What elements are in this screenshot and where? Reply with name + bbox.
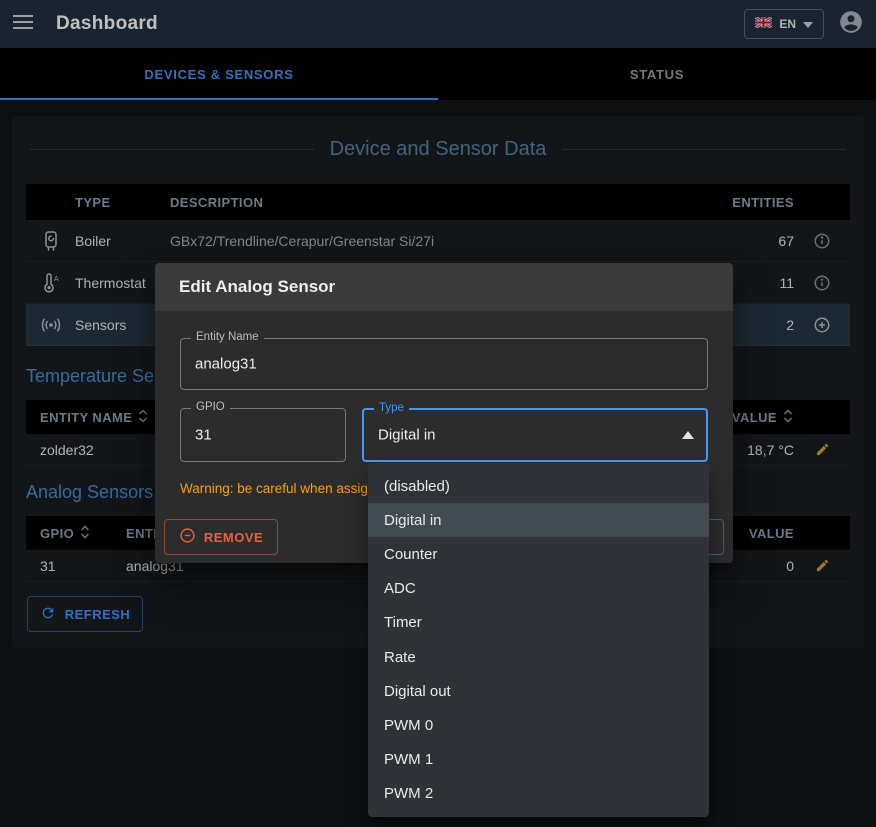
dialog-title: Edit Analog Sensor: [155, 263, 733, 311]
gpio-label: GPIO: [191, 401, 230, 413]
menu-item-disabled[interactable]: (disabled): [368, 469, 709, 503]
menu-item-digital-in[interactable]: Digital in: [368, 503, 709, 537]
menu-item-pwm-2[interactable]: PWM 2: [368, 777, 709, 811]
gpio-value: 31: [195, 427, 212, 444]
screen: Dashboard EN: [0, 0, 876, 827]
type-value: Digital in: [378, 427, 436, 444]
menu-item-adc[interactable]: ADC: [368, 572, 709, 606]
type-select[interactable]: Type Digital in: [362, 408, 708, 462]
dropdown-arrow-up-icon: [682, 426, 694, 444]
menu-item-digital-out[interactable]: Digital out: [368, 674, 709, 708]
gpio-field[interactable]: GPIO 31: [180, 408, 346, 462]
menu-item-pwm-1[interactable]: PWM 1: [368, 743, 709, 777]
remove-button[interactable]: REMOVE: [164, 519, 278, 555]
type-label: Type: [374, 402, 409, 414]
menu-item-pwm-0[interactable]: PWM 0: [368, 708, 709, 742]
entity-name-label: Entity Name: [191, 331, 264, 343]
type-dropdown-menu: (disabled) Digital in Counter ADC Timer …: [368, 463, 709, 817]
entity-name-value: analog31: [195, 356, 257, 373]
entity-name-field[interactable]: Entity Name analog31: [180, 338, 708, 390]
menu-item-counter[interactable]: Counter: [368, 537, 709, 571]
menu-item-rate[interactable]: Rate: [368, 640, 709, 674]
menu-item-timer[interactable]: Timer: [368, 606, 709, 640]
remove-circle-icon: [179, 527, 196, 547]
